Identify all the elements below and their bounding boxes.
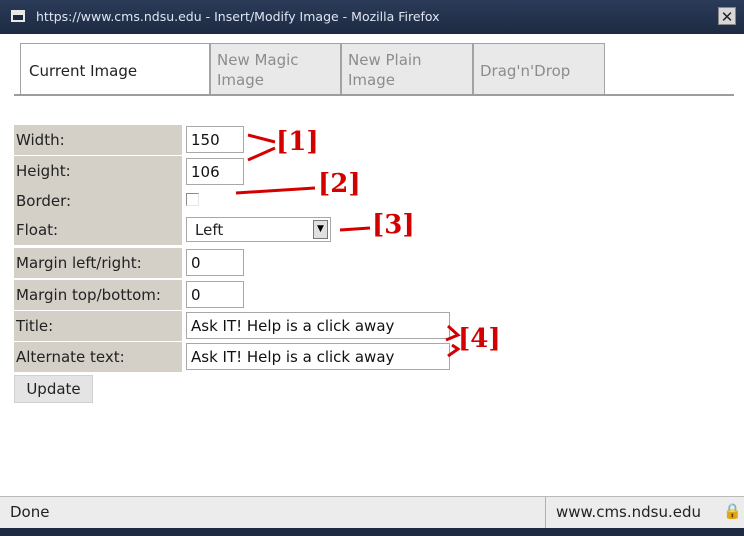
taskbar-strip: [0, 528, 744, 536]
status-bar: Done www.cms.ndsu.edu 🔒: [0, 496, 744, 528]
annotation-arrows: [235, 133, 461, 358]
annotation-2: [2]: [318, 169, 361, 199]
annotation-4: [4]: [458, 324, 501, 354]
lock-icon[interactable]: 🔒: [723, 502, 742, 520]
status-text: Done: [10, 503, 50, 521]
status-domain: www.cms.ndsu.edu: [556, 503, 702, 521]
status-divider: [545, 497, 546, 528]
annotation-3: [3]: [372, 210, 415, 240]
annotation-1: [1]: [276, 127, 319, 157]
